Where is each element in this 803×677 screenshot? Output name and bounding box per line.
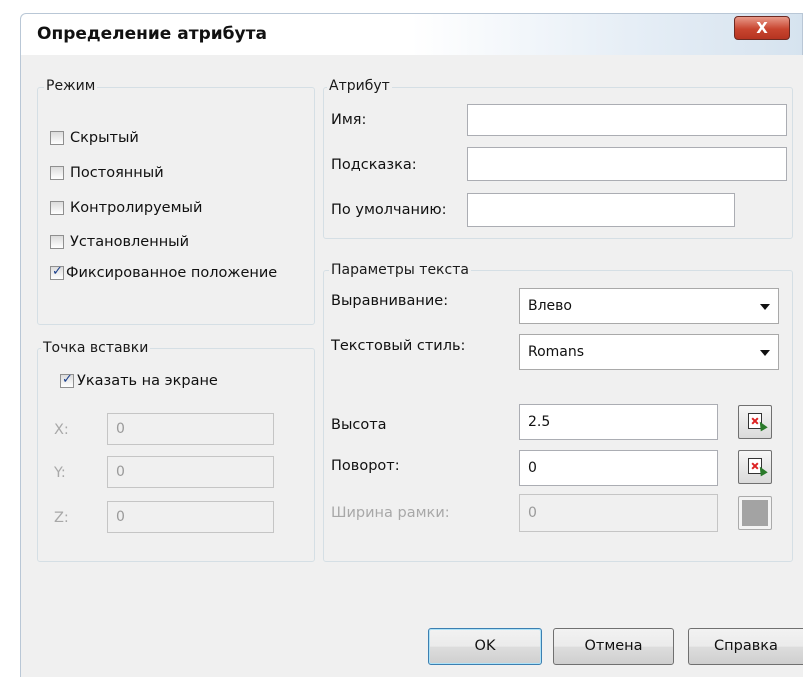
text-params-legend: Параметры текста xyxy=(329,262,471,278)
dialog-window: Определение атрибута X Режим Скрытый Пос… xyxy=(0,0,803,677)
attribute-legend: Атрибут xyxy=(327,78,392,94)
rotation-pick-button[interactable] xyxy=(738,450,772,484)
preset-label[interactable]: Установленный xyxy=(70,233,189,251)
close-button[interactable]: X xyxy=(734,16,790,40)
tag-label: Имя: xyxy=(331,112,367,128)
dialog-title: Определение атрибута xyxy=(37,24,267,44)
lock-position-checkbox[interactable] xyxy=(50,264,64,280)
height-label: Высота xyxy=(331,417,387,433)
y-input[interactable]: 0 xyxy=(107,456,274,488)
help-button[interactable]: Справка xyxy=(688,628,803,665)
hidden-checkbox[interactable] xyxy=(50,131,64,145)
constant-checkbox[interactable] xyxy=(50,166,64,180)
rotation-label: Поворот: xyxy=(331,458,400,474)
ok-button[interactable]: OK xyxy=(428,628,542,665)
chevron-down-icon xyxy=(760,350,770,356)
height-pick-button[interactable] xyxy=(738,405,772,439)
prompt-label: Подсказка: xyxy=(331,157,417,173)
hidden-label[interactable]: Скрытый xyxy=(70,129,139,147)
boundary-width-label: Ширина рамки: xyxy=(331,505,450,521)
boundary-width-input[interactable]: 0 xyxy=(519,494,718,532)
prompt-input[interactable] xyxy=(467,147,787,181)
preset-checkbox[interactable] xyxy=(50,235,64,249)
justification-select[interactable]: Влево xyxy=(519,288,779,324)
y-label: Y: xyxy=(54,465,66,481)
text-style-label: Текстовый стиль: xyxy=(331,338,466,354)
cancel-button[interactable]: Отмена xyxy=(553,628,674,665)
insertion-point-legend: Точка вставки xyxy=(41,340,151,356)
verify-label[interactable]: Контролируемый xyxy=(70,199,202,217)
tag-input[interactable] xyxy=(467,104,787,136)
justification-label: Выравнивание: xyxy=(331,293,449,309)
default-input[interactable] xyxy=(467,193,735,227)
specify-on-screen-checkbox[interactable] xyxy=(60,372,74,388)
boundary-width-pick-button[interactable] xyxy=(738,496,772,530)
cursor-icon xyxy=(756,464,768,477)
x-label: X: xyxy=(54,422,69,438)
z-input[interactable]: 0 xyxy=(107,501,274,533)
default-label: По умолчанию: xyxy=(331,202,447,218)
text-style-select[interactable]: Romans xyxy=(519,334,779,370)
height-input[interactable]: 2.5 xyxy=(519,404,718,440)
specify-on-screen-label[interactable]: Указать на экране xyxy=(77,372,218,390)
close-icon: X xyxy=(756,19,768,37)
z-label: Z: xyxy=(54,510,69,526)
pick-point-icon xyxy=(742,500,768,526)
text-style-value: Romans xyxy=(528,344,585,360)
lock-position-label[interactable]: Фиксированное положение xyxy=(66,264,277,282)
chevron-down-icon xyxy=(760,304,770,310)
justification-value: Влево xyxy=(528,298,572,314)
verify-checkbox[interactable] xyxy=(50,201,64,215)
constant-label[interactable]: Постоянный xyxy=(70,164,164,182)
x-input[interactable]: 0 xyxy=(107,413,274,445)
mode-legend: Режим xyxy=(44,78,98,94)
cursor-icon xyxy=(756,419,768,432)
rotation-input[interactable]: 0 xyxy=(519,450,718,486)
